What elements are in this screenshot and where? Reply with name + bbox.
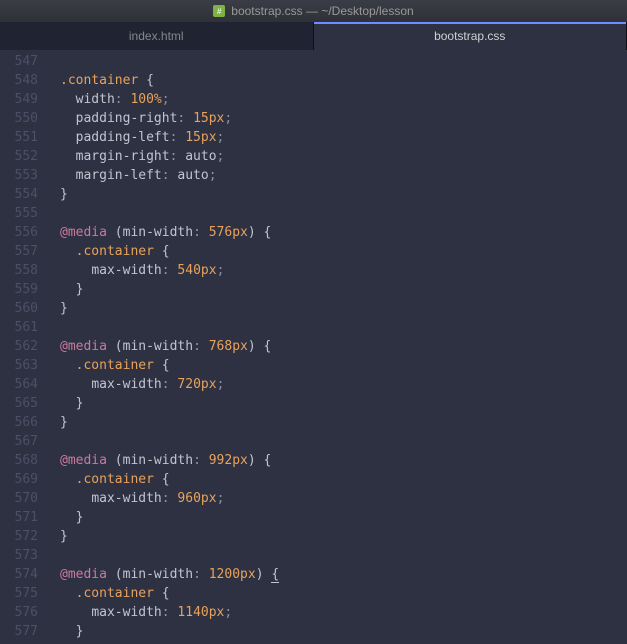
code-line[interactable]: .container { (60, 242, 627, 261)
line-number: 551 (0, 128, 38, 147)
line-number: 554 (0, 185, 38, 204)
code-line[interactable]: @media (min-width: 992px) { (60, 451, 627, 470)
line-number: 558 (0, 261, 38, 280)
line-number: 565 (0, 394, 38, 413)
line-number: 575 (0, 584, 38, 603)
tab-bootstrap-css[interactable]: bootstrap.css (314, 22, 627, 50)
line-number: 561 (0, 318, 38, 337)
line-number: 562 (0, 337, 38, 356)
code-line[interactable]: } (60, 185, 627, 204)
line-number: 576 (0, 603, 38, 622)
code-line[interactable]: .container { (60, 356, 627, 375)
line-number: 555 (0, 204, 38, 223)
code-line[interactable]: } (60, 413, 627, 432)
line-number: 556 (0, 223, 38, 242)
code-line[interactable]: } (60, 299, 627, 318)
tab-bar: index.html bootstrap.css (0, 22, 627, 50)
line-number: 548 (0, 71, 38, 90)
code-line[interactable] (60, 204, 627, 223)
tab-label: bootstrap.css (434, 29, 505, 43)
line-number: 564 (0, 375, 38, 394)
code-line[interactable] (60, 52, 627, 71)
code-line[interactable]: .container { (60, 470, 627, 489)
code-line[interactable]: padding-left: 15px; (60, 128, 627, 147)
line-number: 550 (0, 109, 38, 128)
code-line[interactable]: margin-left: auto; (60, 166, 627, 185)
code-line[interactable]: .container { (60, 584, 627, 603)
window-titlebar: # bootstrap.css — ~/Desktop/lesson (0, 0, 627, 22)
code-line[interactable]: max-width: 540px; (60, 261, 627, 280)
code-line[interactable] (60, 546, 627, 565)
line-number: 569 (0, 470, 38, 489)
line-number-gutter: 5475485495505515525535545555565575585595… (0, 50, 48, 644)
code-line[interactable]: .container { (60, 71, 627, 90)
code-editor[interactable]: 5475485495505515525535545555565575585595… (0, 50, 627, 644)
line-number: 568 (0, 451, 38, 470)
line-number: 549 (0, 90, 38, 109)
code-line[interactable]: margin-right: auto; (60, 147, 627, 166)
line-number: 567 (0, 432, 38, 451)
code-line[interactable]: } (60, 280, 627, 299)
line-number: 560 (0, 299, 38, 318)
line-number: 563 (0, 356, 38, 375)
tab-index-html[interactable]: index.html (0, 22, 314, 50)
line-number: 572 (0, 527, 38, 546)
line-number: 547 (0, 52, 38, 71)
line-number: 571 (0, 508, 38, 527)
tab-label: index.html (129, 29, 184, 43)
line-number: 577 (0, 622, 38, 641)
code-line[interactable]: max-width: 720px; (60, 375, 627, 394)
code-line[interactable]: max-width: 1140px; (60, 603, 627, 622)
line-number: 574 (0, 565, 38, 584)
code-line[interactable]: @media (min-width: 576px) { (60, 223, 627, 242)
line-number: 573 (0, 546, 38, 565)
code-line[interactable]: max-width: 960px; (60, 489, 627, 508)
line-number: 559 (0, 280, 38, 299)
code-line[interactable] (60, 318, 627, 337)
line-number: 553 (0, 166, 38, 185)
line-number: 557 (0, 242, 38, 261)
line-number: 552 (0, 147, 38, 166)
code-line[interactable]: } (60, 622, 627, 641)
code-line[interactable]: width: 100%; (60, 90, 627, 109)
code-line[interactable] (60, 432, 627, 451)
code-content[interactable]: .container { width: 100%; padding-right:… (48, 50, 627, 644)
code-line[interactable]: } (60, 527, 627, 546)
line-number: 570 (0, 489, 38, 508)
code-line[interactable]: @media (min-width: 768px) { (60, 337, 627, 356)
line-number: 566 (0, 413, 38, 432)
code-line[interactable]: padding-right: 15px; (60, 109, 627, 128)
code-line[interactable]: } (60, 394, 627, 413)
code-line[interactable]: } (60, 508, 627, 527)
code-line[interactable]: @media (min-width: 1200px) { (60, 565, 627, 584)
window-title: bootstrap.css — ~/Desktop/lesson (231, 4, 413, 18)
css-file-icon: # (213, 5, 225, 17)
